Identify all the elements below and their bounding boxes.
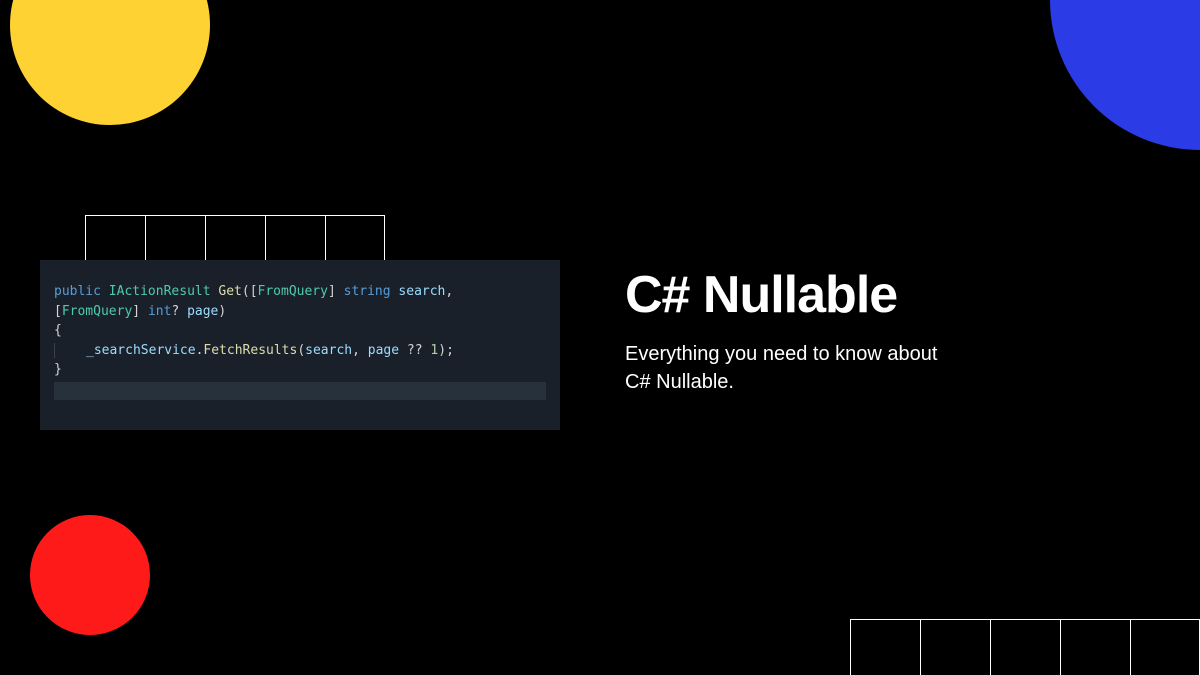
code-token: Get (218, 284, 241, 299)
code-token: FetchResults (203, 343, 297, 358)
grid-cell (920, 620, 990, 675)
yellow-circle-decoration (10, 0, 210, 125)
code-token: [ (54, 304, 62, 319)
code-token: ] (132, 304, 140, 319)
code-token: ?? (407, 343, 423, 358)
subtitle-line: C# Nullable. (625, 368, 937, 396)
code-token: } (54, 362, 62, 377)
code-token: search (305, 343, 352, 358)
code-line-1: public IActionResult Get([FromQuery] str… (54, 282, 546, 321)
code-token: , (352, 343, 360, 358)
code-token: [ (250, 284, 258, 299)
code-token: page (368, 343, 399, 358)
red-circle-decoration (30, 515, 150, 635)
grid-cell (145, 216, 205, 261)
page-title: C# Nullable (625, 265, 897, 325)
code-line-4: } (54, 360, 546, 380)
grid-cell (850, 620, 920, 675)
code-token: ) (218, 304, 226, 319)
code-token: ) (438, 343, 446, 358)
code-token: search (398, 284, 445, 299)
code-token: public (54, 284, 101, 299)
code-token: ] (328, 284, 336, 299)
page-subtitle: Everything you need to know about C# Nul… (625, 340, 937, 396)
grid-cell (1130, 620, 1200, 675)
blue-quarter-circle-decoration (1050, 0, 1200, 150)
code-cursor-line (54, 382, 546, 400)
subtitle-line: Everything you need to know about (625, 340, 937, 368)
code-token: int (148, 304, 171, 319)
code-token: ( (242, 284, 250, 299)
grid-cell (990, 620, 1060, 675)
grid-cell (205, 216, 265, 261)
code-snippet: public IActionResult Get([FromQuery] str… (40, 260, 560, 430)
code-token: FromQuery (258, 284, 328, 299)
bottom-grid-decoration (850, 619, 1200, 675)
grid-cell (85, 216, 145, 261)
code-token: page (187, 304, 218, 319)
grid-cell (325, 216, 385, 261)
grid-cell (1060, 620, 1130, 675)
code-token: string (344, 284, 391, 299)
code-token: ? (171, 304, 179, 319)
code-token: IActionResult (109, 284, 211, 299)
code-token: FromQuery (62, 304, 132, 319)
code-token: _searchService (86, 343, 196, 358)
code-line-2: { (54, 321, 546, 341)
code-token: ; (446, 343, 454, 358)
top-grid-decoration (85, 215, 385, 261)
code-token: { (54, 323, 62, 338)
code-line-3: _searchService.FetchResults(search, page… (54, 341, 546, 361)
code-token: ( (297, 343, 305, 358)
code-token: , (445, 284, 453, 299)
grid-cell (265, 216, 325, 261)
